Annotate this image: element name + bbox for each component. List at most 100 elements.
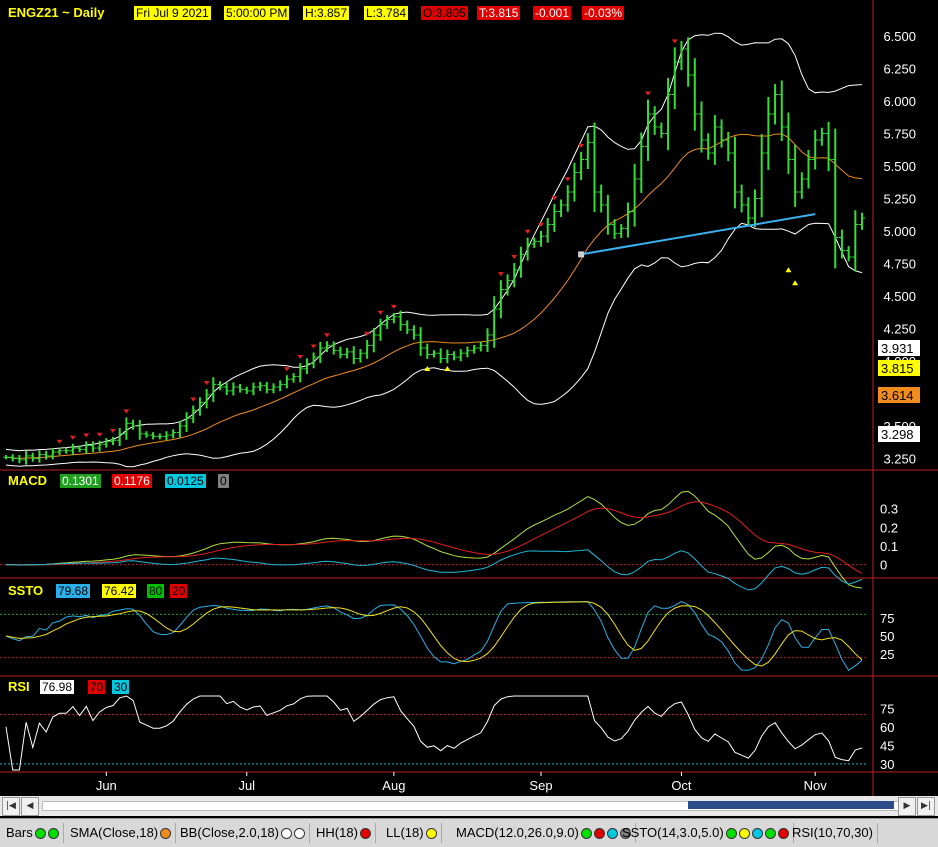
- hh-marker: [283, 367, 290, 372]
- rsi-title: RSI: [8, 679, 30, 694]
- statusbar-item-label: SSTO(14,3.0,5.0): [622, 825, 724, 840]
- color-dot-icon: [606, 828, 618, 840]
- statusbar-item[interactable]: RSI(10,70,30): [788, 823, 878, 843]
- color-dot-icon: [580, 828, 592, 840]
- rsi-upper-value: 70: [88, 680, 106, 694]
- price-tick-label: 4.250: [883, 322, 916, 337]
- ssto-tick-label: 75: [880, 611, 894, 626]
- price-tick-label: 5.250: [883, 192, 916, 207]
- time-label: 5:00:00 PM: [224, 6, 290, 20]
- hh-marker: [203, 381, 210, 386]
- price-tick-label: 6.500: [883, 29, 916, 44]
- statusbar-item[interactable]: LL(18): [382, 823, 442, 843]
- color-dot-icon: [738, 828, 750, 840]
- ssto-title: SSTO: [8, 583, 44, 598]
- statusbar-item[interactable]: Bars: [2, 823, 64, 843]
- statusbar-item-label: Bars: [6, 825, 33, 840]
- scroll-right-icon[interactable]: ▶: [898, 797, 916, 816]
- hh-marker: [123, 409, 130, 414]
- time-axis-label: Nov: [804, 778, 828, 793]
- hh-marker: [83, 433, 90, 438]
- close-label: T:3.815: [477, 6, 521, 20]
- ll-marker: [785, 267, 792, 273]
- ssto-tick-label: 25: [880, 647, 894, 662]
- price-tag-label: 3.298: [881, 427, 914, 442]
- price-tick-label: 3.250: [883, 452, 916, 467]
- scroll-left-icon[interactable]: ◀: [21, 797, 39, 816]
- horizontal-scrollbar[interactable]: |◀ ◀ ▶ ▶|: [0, 796, 938, 816]
- scroll-last-icon[interactable]: ▶|: [917, 797, 935, 816]
- time-axis-label: Oct: [671, 778, 692, 793]
- statusbar-item-label: SMA(Close,18): [70, 825, 159, 840]
- color-dot-icon: [281, 828, 292, 840]
- ssto-tick-label: 50: [880, 629, 894, 644]
- change-pct-label: -0.03%: [582, 6, 625, 20]
- date-label: Fri Jul 9 2021: [134, 6, 211, 20]
- price-tick-label: 5.000: [883, 224, 916, 239]
- hh-marker: [671, 39, 678, 44]
- indicator-statusbar: Bars SMA(Close,18) BB(Close,2.0,18) HH(18) L…: [0, 818, 938, 847]
- statusbar-item[interactable]: SMA(Close,18): [66, 823, 177, 843]
- chart-canvas[interactable]: 6.500 6.250 6.000 5.750 5.500 5.250 5.000 4.750…: [0, 0, 938, 796]
- price-tick-label: 4.500: [883, 289, 916, 304]
- price-tag-label: 3.815: [881, 361, 914, 376]
- rsi-line: [5, 695, 863, 771]
- hh-marker: [310, 344, 317, 349]
- hh-marker: [524, 229, 531, 234]
- bb-lower-line: [5, 222, 863, 468]
- price-tick-label: 4.750: [883, 257, 916, 272]
- statusbar-item[interactable]: MACD(12.0,26.0,9.0): [452, 823, 636, 843]
- price-tick-label: 6.250: [883, 62, 916, 77]
- bb-upper-line: [5, 32, 863, 452]
- macd-tick-label: 0.2: [880, 520, 898, 535]
- hh-marker: [511, 255, 518, 260]
- rsi-tick-label: 45: [880, 738, 894, 753]
- hh-marker: [497, 272, 504, 277]
- hh-marker: [69, 435, 76, 440]
- color-dot-icon: [160, 828, 172, 840]
- color-dot-icon: [593, 828, 605, 840]
- time-axis-label: Jul: [238, 778, 255, 793]
- color-dot-icon: [764, 828, 776, 840]
- ssto-lower-value: 20: [170, 584, 188, 598]
- hh-marker: [297, 355, 304, 360]
- hh-marker: [324, 333, 330, 338]
- color-dot-icon: [425, 828, 437, 840]
- macd-line: [5, 490, 863, 589]
- sma-line: [5, 133, 863, 460]
- scroll-thumb[interactable]: [688, 801, 894, 809]
- price-tick-label: 5.750: [883, 127, 916, 142]
- price-tag-label: 3.931: [881, 341, 914, 356]
- macd-signal-value: 0.1176: [112, 474, 152, 488]
- statusbar-item[interactable]: SSTO(14,3.0,5.0): [618, 823, 794, 843]
- statusbar-item[interactable]: BB(Close,2.0,18): [176, 823, 310, 843]
- symbol-label: ENGZ21 ~ Daily: [8, 5, 105, 20]
- hh-marker: [390, 304, 397, 309]
- low-label: L:3.784: [364, 6, 409, 20]
- statusbar-item-label: BB(Close,2.0,18): [180, 825, 279, 840]
- scroll-first-icon[interactable]: |◀: [2, 797, 20, 816]
- ssto-upper-value: 80: [147, 584, 165, 598]
- color-dot-icon: [34, 828, 46, 840]
- color-dot-icon: [359, 828, 371, 840]
- statusbar-item-label: HH(18): [316, 825, 358, 840]
- rsi-value: 76.98: [40, 680, 75, 694]
- macd-tick-label: 0: [880, 558, 887, 573]
- hh-marker: [110, 428, 116, 433]
- ll-marker: [444, 366, 451, 371]
- color-dot-icon: [294, 828, 305, 840]
- rsi-tick-label: 30: [880, 757, 894, 772]
- ssto-k-value: 79.68: [56, 584, 91, 598]
- rsi-lower-value: 30: [112, 680, 130, 694]
- color-dot-icon: [47, 828, 59, 840]
- ll-marker: [792, 280, 799, 286]
- time-axis-label: Sep: [529, 778, 552, 793]
- change-label: -0.001: [533, 6, 572, 20]
- macd-tick-label: 0.1: [880, 539, 898, 554]
- macd-title: MACD: [8, 473, 47, 488]
- price-tick-label: 5.500: [883, 159, 916, 174]
- statusbar-item[interactable]: HH(18): [312, 823, 376, 843]
- time-axis-label: Aug: [382, 778, 405, 793]
- macd-zero-value: 0: [218, 474, 229, 488]
- trendline-handle: [578, 251, 585, 258]
